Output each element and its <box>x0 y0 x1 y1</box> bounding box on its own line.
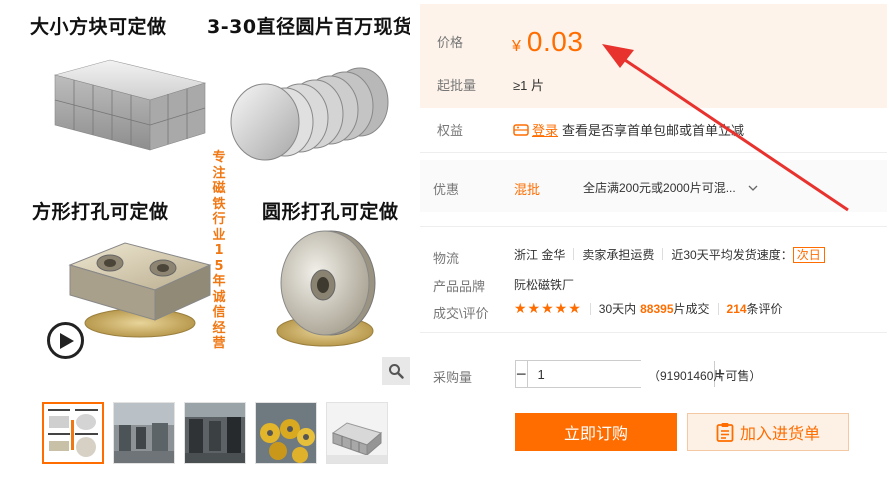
promo-section: 优惠 混批 全店满200元或2000片可混... <box>420 160 887 212</box>
divider <box>420 332 887 333</box>
quadrant-title-top-right: 3-30直径圆片百万现货 <box>207 16 410 38</box>
logistics-row: 浙江 金华 卖家承担运费 近30天平均发货速度： 次日 <box>514 246 825 263</box>
thumbnail-strip <box>42 402 388 464</box>
product-gallery: 大小方块可定做 3-30直径圆片百万现货 方形打孔可定做 圆形打孔可定做 专注磁… <box>0 0 420 478</box>
promo-label: 优惠 <box>433 182 460 197</box>
main-product-image[interactable]: 大小方块可定做 3-30直径圆片百万现货 方形打孔可定做 圆形打孔可定做 专注磁… <box>10 0 410 390</box>
quadrant-title-top-left: 大小方块可定做 <box>30 16 167 38</box>
rights-text: 查看是否享首单包邮或首单立减 <box>562 123 745 138</box>
quadrant-title-bottom-left: 方形打孔可定做 <box>32 201 169 223</box>
logistics-origin: 浙江 金华 <box>514 248 566 262</box>
moq-label: 起批量 <box>437 78 477 93</box>
clipboard-list-icon <box>716 423 734 442</box>
separator <box>589 302 591 315</box>
next-day-badge: 次日 <box>792 247 825 263</box>
thumbnail-1[interactable] <box>42 402 104 464</box>
rating-stars: ★★★★★ <box>514 300 582 316</box>
logistics-label: 物流 <box>433 251 460 266</box>
promo-text: 全店满200元或2000片可混... <box>583 181 736 195</box>
deal-row: ★★★★★ 30天内 88395 片成交 214 条评价 <box>514 300 783 317</box>
currency-symbol: ¥ <box>512 38 521 55</box>
brand-label: 产品品牌 <box>433 279 486 294</box>
review-suffix: 条评价 <box>746 302 783 316</box>
buy-now-button[interactable]: 立即订购 <box>515 413 677 451</box>
promo-dropdown[interactable]: 全店满200元或2000片可混... <box>583 179 758 196</box>
block-magnets-image <box>53 59 207 151</box>
deal-suffix: 片成交 <box>673 302 710 316</box>
rights-row: 登录 查看是否享首单包邮或首单立减 <box>513 120 744 139</box>
zoom-button[interactable] <box>382 357 410 385</box>
thumbnail-4[interactable] <box>255 402 317 464</box>
ring-magnet-image <box>276 230 376 347</box>
separator <box>573 248 575 260</box>
thumbnail-5[interactable] <box>326 402 388 464</box>
review-count[interactable]: 214 <box>727 302 747 316</box>
thumbnail-image <box>327 403 387 463</box>
thumbnail-2[interactable] <box>113 402 175 464</box>
qty-minus-button[interactable]: − <box>516 361 527 387</box>
play-video-button[interactable] <box>47 322 84 359</box>
divider <box>420 226 887 227</box>
login-link[interactable]: 登录 <box>532 120 558 139</box>
logistics-speed: 近30天平均发货速度： <box>671 248 793 262</box>
deal-label: 成交\评价 <box>433 306 489 321</box>
promo-tag: 混批 <box>514 182 541 197</box>
magnifier-icon <box>389 364 404 379</box>
price-section: 价格 ¥ 0.03 起批量 ≥1 片 <box>420 4 887 108</box>
product-info-panel: 价格 ¥ 0.03 起批量 ≥1 片 权益 登录 查看是否享首单包邮或首单立减 … <box>420 0 889 478</box>
thumbnail-image <box>185 403 245 463</box>
bar-magnet-image <box>68 242 212 338</box>
add-to-cart-label: 加入进货单 <box>739 426 820 443</box>
price-value: 0.03 <box>526 26 584 57</box>
thumbnail-image <box>114 403 174 463</box>
stock-text: （91901460片可售） <box>648 369 762 383</box>
deal-count: 88395 <box>640 301 674 316</box>
add-to-cart-button[interactable]: 加入进货单 <box>687 413 849 451</box>
play-icon <box>60 332 74 349</box>
rights-label: 权益 <box>437 123 464 138</box>
price-display: ¥ 0.03 <box>512 26 583 58</box>
moq-value: ≥1 片 <box>513 78 544 93</box>
coupon-icon <box>513 123 529 136</box>
quantity-stepper: − + <box>515 360 725 388</box>
separator <box>662 248 664 260</box>
brand-value: 阮松磁铁厂 <box>514 278 575 292</box>
qty-label: 采购量 <box>433 370 473 385</box>
thumbnail-image <box>44 404 102 462</box>
deal-prefix: 30天内 <box>598 302 637 316</box>
quadrant-title-bottom-right: 圆形打孔可定做 <box>262 201 399 223</box>
separator <box>717 302 719 315</box>
divider <box>420 152 887 153</box>
thumbnail-3[interactable] <box>184 402 246 464</box>
chevron-down-icon <box>748 185 758 191</box>
disc-magnets-image <box>230 67 389 161</box>
price-label: 价格 <box>437 35 464 50</box>
thumbnail-image <box>256 403 316 463</box>
logistics-freight: 卖家承担运费 <box>582 248 655 262</box>
